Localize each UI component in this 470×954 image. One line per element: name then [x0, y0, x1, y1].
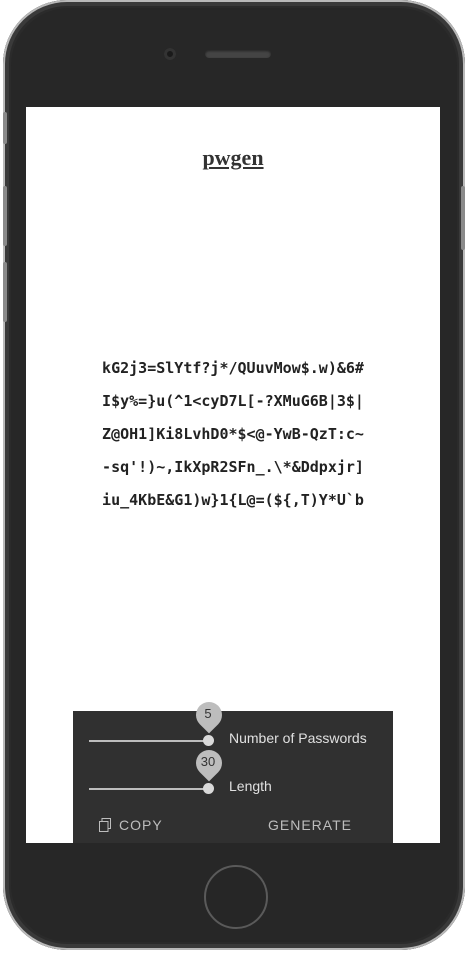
mute-switch — [3, 112, 7, 144]
generate-button-label: GENERATE — [268, 817, 352, 833]
control-panel: 5 Number of Passwords 30 Length COPY GEN… — [73, 696, 393, 843]
count-value: 5 — [204, 706, 212, 721]
length-value: 30 — [200, 754, 216, 769]
copy-button[interactable]: COPY — [99, 817, 163, 833]
action-bar: COPY GENERATE — [73, 811, 393, 841]
earpiece-speaker — [205, 50, 271, 58]
count-row: 5 Number of Passwords — [73, 696, 393, 746]
password-line[interactable]: -sq'!)~,IkXpR2SFn_.\*&Ddpxjr] — [26, 451, 440, 484]
home-button[interactable] — [204, 865, 268, 929]
count-slider-thumb[interactable] — [203, 735, 214, 746]
count-label: Number of Passwords — [229, 730, 367, 746]
password-line[interactable]: Z@OH1]Ki8LvhD0*$<@-YwB-QzT:c~ — [26, 418, 440, 451]
copy-button-label: COPY — [119, 817, 163, 833]
generate-button[interactable]: GENERATE — [268, 817, 352, 833]
length-slider-track[interactable] — [89, 788, 208, 790]
copy-icon — [99, 818, 111, 832]
volume-up-button — [3, 186, 7, 246]
app-screen: pwgen kG2j3=SlYtf?j*/QUuvMow$.w)&6# I$y%… — [26, 107, 440, 843]
length-slider-thumb[interactable] — [203, 783, 214, 794]
password-line[interactable]: kG2j3=SlYtf?j*/QUuvMow$.w)&6# — [26, 352, 440, 385]
power-button — [461, 186, 465, 250]
password-line[interactable]: I$y%=}u(^1<cyD7L[-?XMuG6B|3$| — [26, 385, 440, 418]
count-slider-track[interactable] — [89, 740, 208, 742]
password-list: kG2j3=SlYtf?j*/QUuvMow$.w)&6# I$y%=}u(^1… — [26, 352, 440, 517]
front-camera-icon — [164, 48, 176, 60]
app-title[interactable]: pwgen — [26, 145, 440, 171]
volume-down-button — [3, 262, 7, 322]
length-label: Length — [229, 778, 272, 794]
length-row: 30 Length — [73, 744, 393, 794]
phone-frame: pwgen kG2j3=SlYtf?j*/QUuvMow$.w)&6# I$y%… — [3, 0, 465, 950]
password-line[interactable]: iu_4KbE&G1)w}1{L@=(${,T)Y*U`b — [26, 484, 440, 517]
